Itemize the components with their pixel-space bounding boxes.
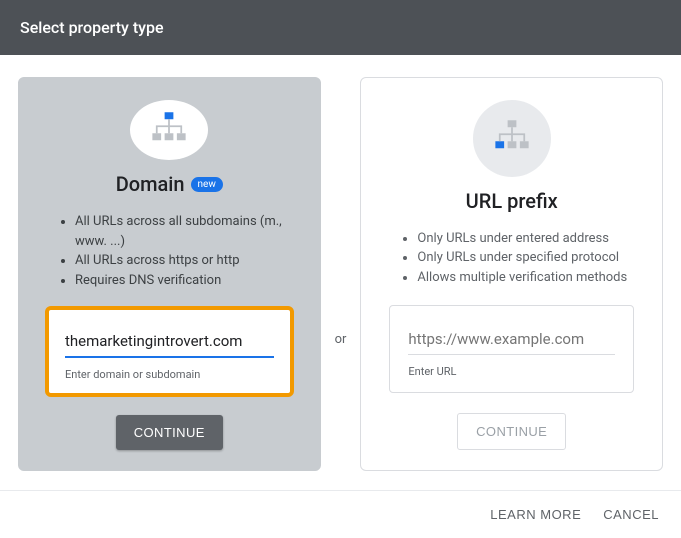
dialog-header: Select property type	[0, 0, 681, 55]
urlprefix-card-title: URL prefix	[466, 189, 558, 213]
domain-continue-button[interactable]: CONTINUE	[116, 415, 223, 450]
or-separator: or	[335, 332, 347, 347]
dialog-footer: LEARN MORE CANCEL	[0, 490, 681, 538]
learn-more-button[interactable]: LEARN MORE	[490, 507, 581, 522]
list-item: Allows multiple verification methods	[417, 268, 634, 288]
cancel-button[interactable]: CANCEL	[603, 507, 659, 522]
list-item: Requires DNS verification	[75, 271, 292, 291]
domain-card[interactable]: Domain new All URLs across all subdomain…	[18, 77, 321, 471]
urlprefix-card-title-row: URL prefix	[466, 189, 558, 213]
domain-input-caption: Enter domain or subdomain	[65, 368, 274, 381]
new-badge: new	[191, 177, 223, 192]
domain-card-title: Domain	[116, 172, 185, 196]
urlprefix-input-wrap: Enter URL	[389, 305, 634, 393]
urlprefix-card[interactable]: URL prefix Only URLs under entered addre…	[360, 77, 663, 471]
sitemap-icon	[473, 100, 551, 177]
domain-input[interactable]	[65, 328, 274, 358]
urlprefix-bullets: Only URLs under entered address Only URL…	[389, 229, 634, 288]
list-item: All URLs across https or http	[75, 251, 292, 271]
sitemap-icon	[130, 100, 208, 160]
list-item: All URLs across all subdomains (m., www.…	[75, 212, 292, 251]
domain-bullets: All URLs across all subdomains (m., www.…	[47, 212, 292, 290]
urlprefix-continue-button[interactable]: CONTINUE	[457, 413, 566, 450]
list-item: Only URLs under specified protocol	[417, 248, 634, 268]
dialog-content: Domain new All URLs across all subdomain…	[0, 55, 681, 481]
urlprefix-input-caption: Enter URL	[408, 365, 615, 378]
dialog-title: Select property type	[20, 18, 164, 37]
domain-input-wrap: Enter domain or subdomain	[47, 308, 292, 395]
domain-card-title-row: Domain new	[116, 172, 223, 196]
list-item: Only URLs under entered address	[417, 229, 634, 249]
urlprefix-input[interactable]	[408, 326, 615, 355]
